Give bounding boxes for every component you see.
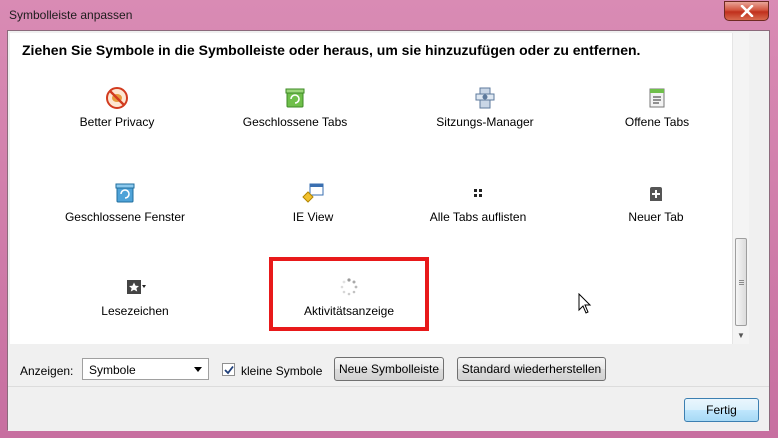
dialog-body: Ziehen Sie Symbole in die Symbolleiste o… [7,30,771,431]
done-button[interactable]: Fertig [684,398,759,422]
highlight-box [269,257,429,331]
closed-tabs-icon [285,88,305,108]
show-label: Anzeigen: [20,364,74,378]
dialog-footer: Fertig [8,386,769,431]
closed-windows-icon [115,183,135,203]
open-tabs-icon [649,88,665,108]
palette-item-label: IE View [292,210,334,224]
restore-defaults-button[interactable]: Standard wiederherstellen [457,357,606,381]
palette-item-list-all-tabs[interactable]: Alle Tabs auflisten [398,181,558,224]
palette-item-closed-tabs[interactable]: Geschlossene Tabs [215,86,375,129]
palette-item-open-tabs[interactable]: Offene Tabs [577,86,737,129]
close-icon [740,5,753,17]
close-button[interactable] [724,1,769,21]
palette-item-label: Better Privacy [79,115,155,129]
new-toolbar-button[interactable]: Neue Symbolleiste [334,357,444,381]
palette-item-label: Geschlossene Fenster [64,210,186,224]
vertical-scrollbar[interactable]: ▼ [732,33,749,344]
show-select-value: Symbole [89,363,136,377]
palette-item-label: Geschlossene Tabs [242,115,348,129]
list-all-tabs-icon [474,189,482,197]
small-icons-label[interactable]: kleine Symbole [241,364,322,378]
bookmarks-icon [127,280,146,294]
ie-view-icon [302,183,324,203]
palette-item-closed-windows[interactable]: Geschlossene Fenster [45,181,205,224]
show-select[interactable]: Symbole [82,358,209,380]
palette-item-label: Lesezeichen [101,304,169,318]
grip-line [739,284,744,285]
scroll-down-arrow-icon[interactable]: ▼ [737,331,745,340]
grip-line [739,282,744,283]
palette-item-label: Sitzungs-Manager [436,115,534,129]
palette-item-ie-view[interactable]: IE View [233,181,393,224]
palette-item-better-privacy[interactable]: Better Privacy [37,86,197,129]
customize-toolbar-window: Symbolleiste anpassen Ziehen Sie Symbole… [0,0,778,438]
grip-line [739,280,744,281]
title-bar[interactable]: Symbolleiste anpassen [0,0,778,30]
window-title: Symbolleiste anpassen [9,8,133,22]
palette-panel: Ziehen Sie Symbole in die Symbolleiste o… [10,33,748,344]
new-tab-icon [650,187,662,201]
small-icons-checkbox[interactable] [222,363,235,376]
checkmark-icon [224,365,234,375]
palette-item-bookmarks[interactable]: Lesezeichen [55,275,215,318]
instructions-heading: Ziehen Sie Symbole in die Symbolleiste o… [22,42,641,58]
palette-item-session-manager[interactable]: Sitzungs-Manager [405,86,565,129]
better-privacy-icon [106,87,128,109]
chevron-down-icon [194,367,202,372]
mouse-cursor-icon [578,293,592,314]
palette-item-label: Offene Tabs [624,115,690,129]
options-row: Anzeigen: Symbole kleine Symbole Neue Sy… [8,353,771,383]
scrollbar-thumb[interactable] [735,238,747,326]
palette-item-label: Alle Tabs auflisten [429,210,527,224]
palette-item-label: Neuer Tab [628,210,684,224]
palette-item-new-tab[interactable]: Neuer Tab [576,181,736,224]
session-manager-icon [475,87,495,109]
